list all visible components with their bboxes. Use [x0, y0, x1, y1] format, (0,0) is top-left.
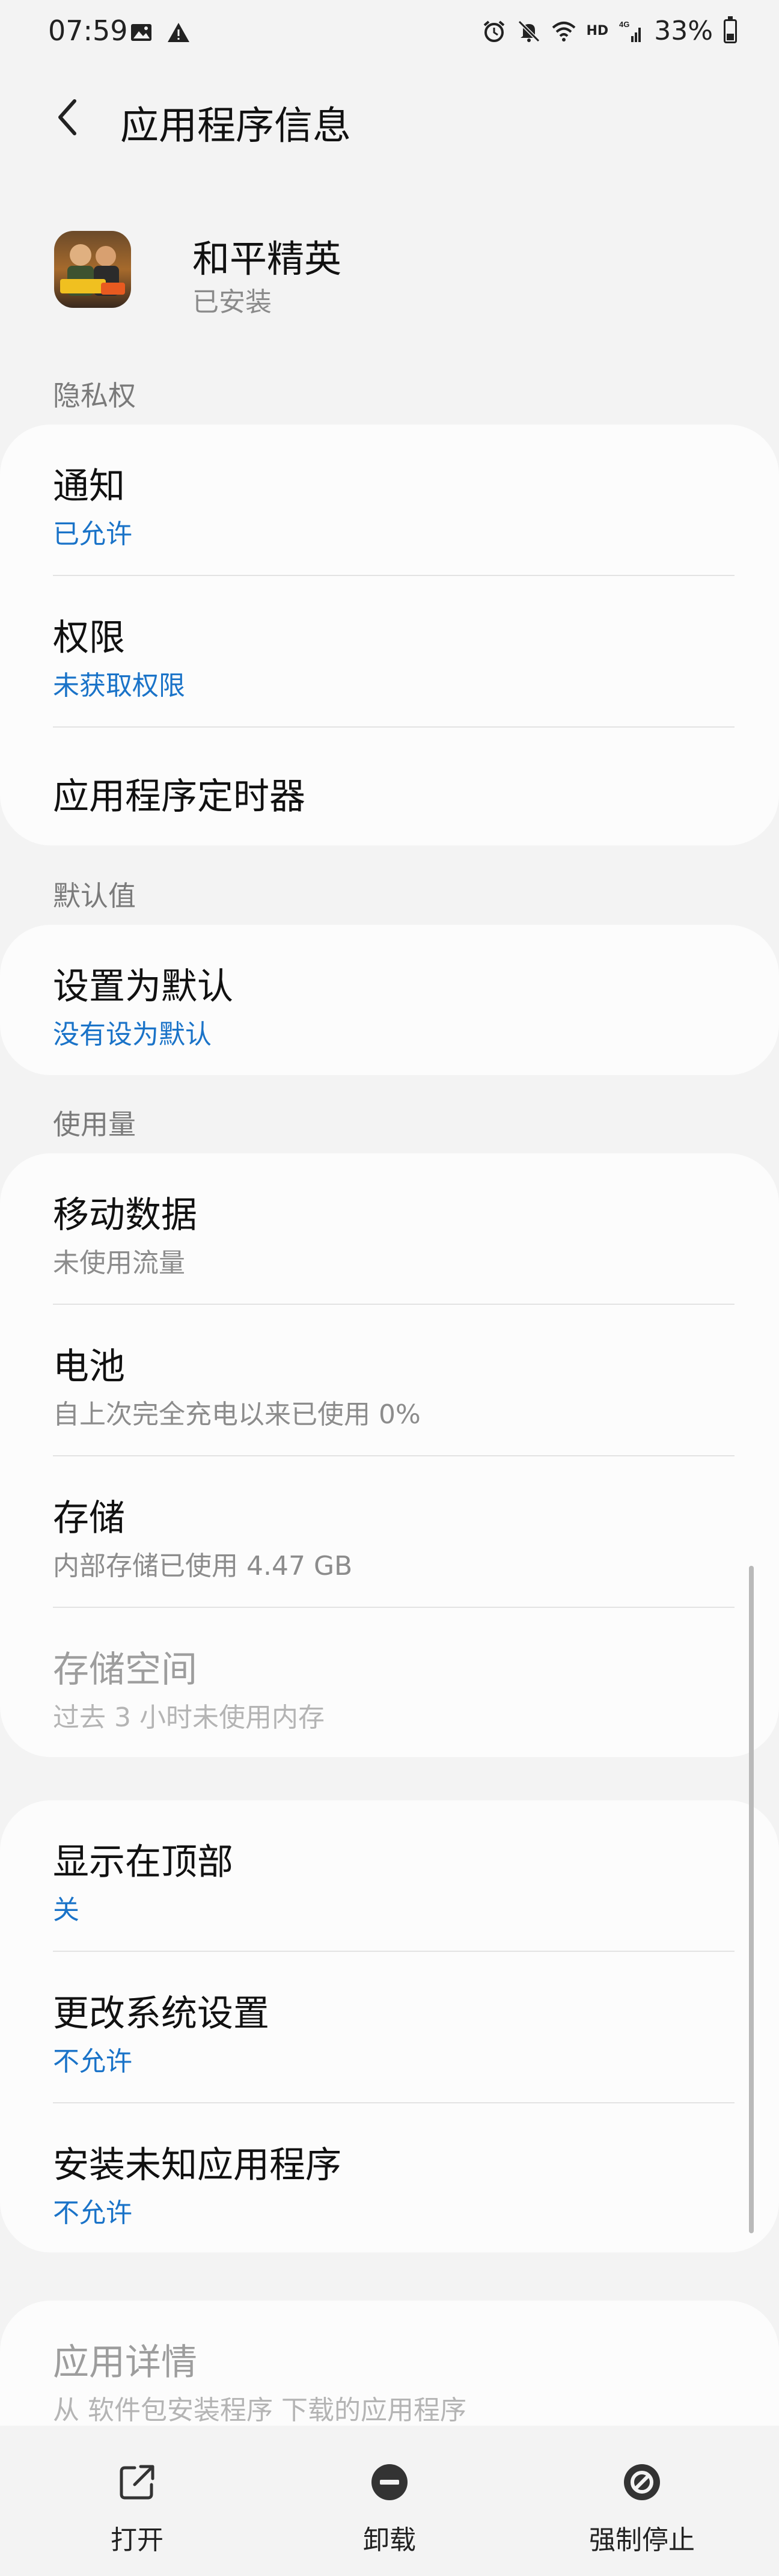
app-name: 和平精英	[192, 237, 342, 281]
row-subtitle: 自上次完全充电以来已使用 0%	[53, 1399, 421, 1430]
row-title: 更改系统设置	[53, 1993, 269, 2035]
force-stop-button[interactable]: 强制停止	[552, 2426, 732, 2576]
open-label: 打开	[111, 2525, 163, 2556]
force-stop-label: 强制停止	[589, 2525, 695, 2556]
status-time: 07:59	[48, 14, 128, 47]
row-subtitle: 从 软件包安装程序 下载的应用程序	[53, 2395, 466, 2426]
row-title: 安装未知应用程序	[53, 2144, 341, 2186]
row-subtitle: 过去 3 小时未使用内存	[53, 1702, 325, 1733]
back-button[interactable]	[42, 90, 96, 144]
row-mobile-data[interactable]: 移动数据 未使用流量	[0, 1153, 779, 1304]
row-title: 存储空间	[53, 1649, 197, 1691]
scrollbar[interactable]	[749, 1566, 754, 2233]
battery-icon	[724, 16, 737, 43]
row-install-unknown-apps[interactable]: 安装未知应用程序 不允许	[0, 2103, 779, 2254]
row-subtitle: 没有设为默认	[53, 1019, 212, 1050]
row-subtitle: 关	[53, 1895, 79, 1925]
section-label-defaults: 默认值	[53, 880, 136, 912]
defaults-card: 设置为默认 没有设为默认	[0, 925, 779, 1075]
row-app-timer[interactable]: 应用程序定时器	[0, 728, 779, 845]
row-title: 通知	[53, 465, 125, 508]
signal-icon: 4G	[619, 20, 641, 42]
hd-badge: HD	[586, 23, 609, 38]
row-subtitle: 内部存储已使用 4.47 GB	[53, 1551, 353, 1581]
row-title: 电池	[53, 1346, 125, 1388]
wifi-icon	[552, 21, 575, 41]
row-memory: 存储空间 过去 3 小时未使用内存	[0, 1608, 779, 1758]
app-summary: 和平精英 已安装	[54, 228, 715, 317]
row-title: 应用程序定时器	[53, 776, 305, 818]
row-subtitle: 未使用流量	[53, 1248, 185, 1278]
row-subtitle: 不允许	[53, 2046, 132, 2077]
row-subtitle: 未获取权限	[53, 670, 185, 701]
svg-text:4G: 4G	[619, 20, 629, 29]
row-title: 移动数据	[53, 1194, 197, 1236]
row-subtitle: 不允许	[53, 2198, 132, 2228]
alarm-icon	[483, 20, 504, 42]
row-notifications[interactable]: 通知 已允许	[0, 425, 779, 575]
section-label-privacy: 隐私权	[53, 379, 136, 412]
advanced-card: 显示在顶部 关 更改系统设置 不允许 安装未知应用程序 不允许	[0, 1800, 779, 2252]
row-storage[interactable]: 存储 内部存储已使用 4.47 GB	[0, 1456, 779, 1607]
row-title: 显示在顶部	[53, 1841, 233, 1883]
status-bar: 07:59 HD 4G 33%	[0, 0, 779, 66]
block-circle-icon	[624, 2464, 660, 2500]
row-modify-system-settings[interactable]: 更改系统设置 不允许	[0, 1952, 779, 2102]
row-title: 应用详情	[53, 2341, 197, 2384]
row-display-on-top[interactable]: 显示在顶部 关	[0, 1800, 779, 1951]
uninstall-button[interactable]: 卸载	[299, 2426, 480, 2576]
open-external-icon	[120, 2465, 154, 2500]
app-icon	[54, 231, 131, 308]
mute-icon	[518, 20, 540, 42]
row-permissions[interactable]: 权限 未获取权限	[0, 576, 779, 726]
section-label-usage: 使用量	[53, 1108, 136, 1141]
row-title: 设置为默认	[53, 966, 233, 1008]
row-title: 存储	[53, 1497, 125, 1539]
row-title: 权限	[53, 617, 125, 659]
uninstall-label: 卸载	[363, 2525, 416, 2556]
warning-icon	[168, 23, 189, 42]
page-title: 应用程序信息	[120, 104, 351, 149]
app-header: 应用程序信息	[0, 84, 779, 150]
remove-circle-icon	[371, 2464, 408, 2500]
usage-card: 移动数据 未使用流量 电池 自上次完全充电以来已使用 0% 存储 内部存储已使用…	[0, 1153, 779, 1757]
battery-percent: 33%	[654, 16, 713, 46]
bottom-action-bar: 打开 卸载 强制停止	[0, 2426, 779, 2576]
row-set-as-default[interactable]: 设置为默认 没有设为默认	[0, 925, 779, 1075]
privacy-card: 通知 已允许 权限 未获取权限 应用程序定时器	[0, 425, 779, 845]
open-button[interactable]: 打开	[47, 2426, 227, 2576]
row-subtitle: 已允许	[53, 519, 132, 550]
row-battery[interactable]: 电池 自上次完全充电以来已使用 0%	[0, 1305, 779, 1455]
app-install-status: 已安装	[192, 287, 272, 317]
gallery-icon	[131, 24, 151, 41]
